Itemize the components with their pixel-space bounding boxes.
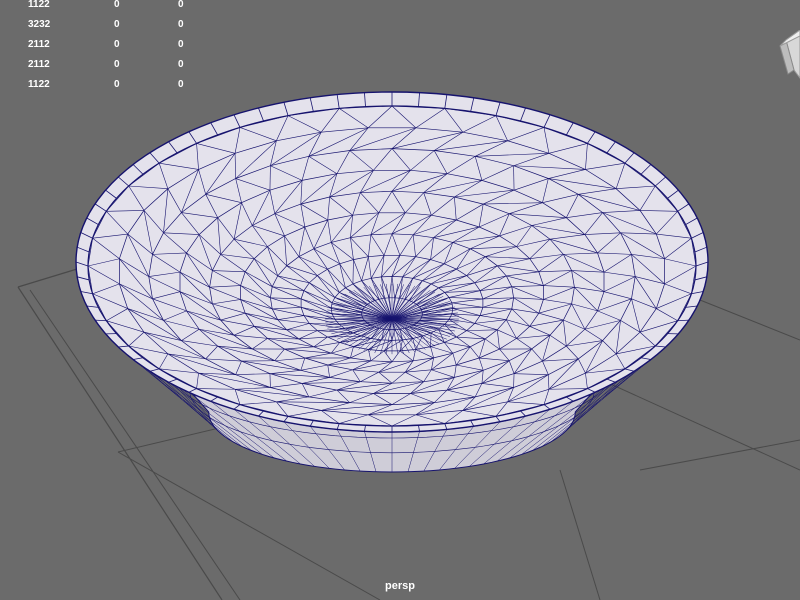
view-cube-icon[interactable] bbox=[778, 30, 800, 86]
hud-stat-value: 0 bbox=[178, 39, 184, 50]
hud-stat-value: 2112 bbox=[28, 39, 50, 50]
hud-stat-value: 0 bbox=[114, 39, 120, 50]
poly-count-hud: 1122 0 0 3232 0 0 2112 0 0 2112 0 0 1122 0 0 bbox=[0, 0, 200, 95]
camera-name-label: persp bbox=[385, 580, 415, 592]
hud-stat-row: 1122 0 0 bbox=[0, 75, 200, 95]
hud-stat-value: 1122 bbox=[28, 79, 50, 90]
hud-stat-value: 0 bbox=[114, 79, 120, 90]
hud-stat-value: 0 bbox=[178, 59, 184, 70]
hud-stat-value: 0 bbox=[114, 59, 120, 70]
perspective-viewport[interactable]: 1122 0 0 3232 0 0 2112 0 0 2112 0 0 1122 0 0 persp bbox=[0, 0, 800, 600]
hud-stat-row: 2112 0 0 bbox=[0, 35, 200, 55]
hud-stat-value: 0 bbox=[114, 19, 120, 30]
hud-stat-row: 2112 0 0 bbox=[0, 55, 200, 75]
hud-stat-row: 3232 0 0 bbox=[0, 15, 200, 35]
hud-stat-value: 0 bbox=[114, 0, 120, 10]
hud-stat-value: 0 bbox=[178, 0, 184, 10]
hud-stat-value: 0 bbox=[178, 19, 184, 30]
hud-stat-row: 1122 0 0 bbox=[0, 0, 200, 15]
hud-stat-value: 0 bbox=[178, 79, 184, 90]
hud-stat-value: 3232 bbox=[28, 19, 51, 30]
bowl-mesh[interactable] bbox=[75, 91, 709, 473]
hud-stat-value: 1122 bbox=[28, 0, 50, 10]
hud-stat-value: 2112 bbox=[28, 59, 50, 70]
